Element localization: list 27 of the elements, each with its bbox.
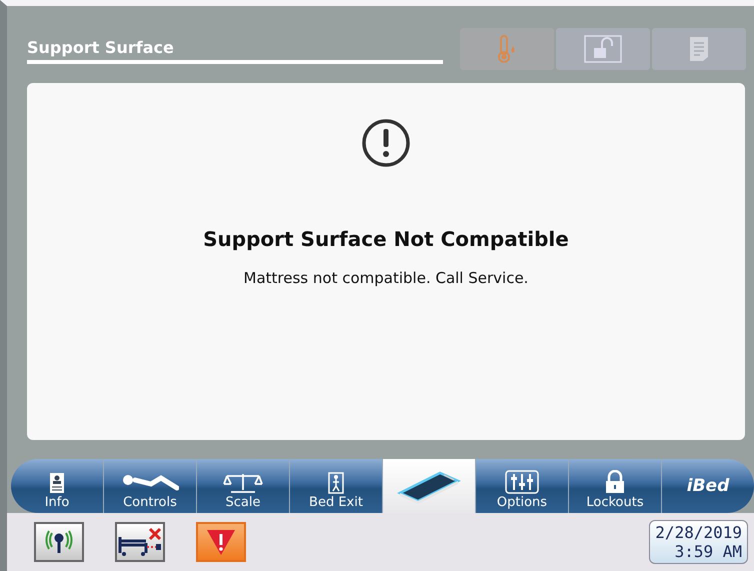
message-text: Mattress not compatible. Call Service. bbox=[244, 269, 528, 287]
sliders-icon bbox=[505, 470, 539, 494]
screen-title: Support Surface bbox=[27, 38, 175, 58]
lock-icon bbox=[605, 470, 625, 494]
warning-icon bbox=[205, 527, 237, 557]
nav-tab[interactable]: Info bbox=[11, 459, 104, 513]
bed-disconnected-button[interactable] bbox=[115, 522, 165, 562]
nav-tab[interactable]: Controls bbox=[104, 459, 197, 513]
nav-tab[interactable]: Options bbox=[476, 459, 569, 513]
exclamation-icon bbox=[360, 117, 412, 169]
standing-person-icon bbox=[328, 472, 344, 494]
nav-tab[interactable]: Scale bbox=[197, 459, 290, 513]
time-text: 3:59 AM bbox=[674, 542, 742, 561]
date-text: 2/28/2019 bbox=[655, 523, 742, 542]
nav-tab[interactable]: iBed bbox=[662, 459, 754, 513]
nav-tab[interactable]: Lockouts bbox=[569, 459, 662, 513]
bed-disconnected-icon bbox=[118, 527, 162, 557]
alert-button[interactable] bbox=[196, 522, 246, 562]
balance-scale-icon bbox=[223, 472, 263, 494]
unlock-icon bbox=[584, 35, 622, 63]
wireless-icon bbox=[44, 529, 74, 555]
message-title: Support Surface Not Compatible bbox=[203, 227, 569, 251]
mattress-tab[interactable] bbox=[383, 459, 476, 513]
id-card-icon bbox=[49, 472, 65, 494]
nav-tab[interactable]: Bed Exit bbox=[290, 459, 383, 513]
wireless-button[interactable] bbox=[34, 522, 84, 562]
document-icon bbox=[688, 35, 710, 63]
